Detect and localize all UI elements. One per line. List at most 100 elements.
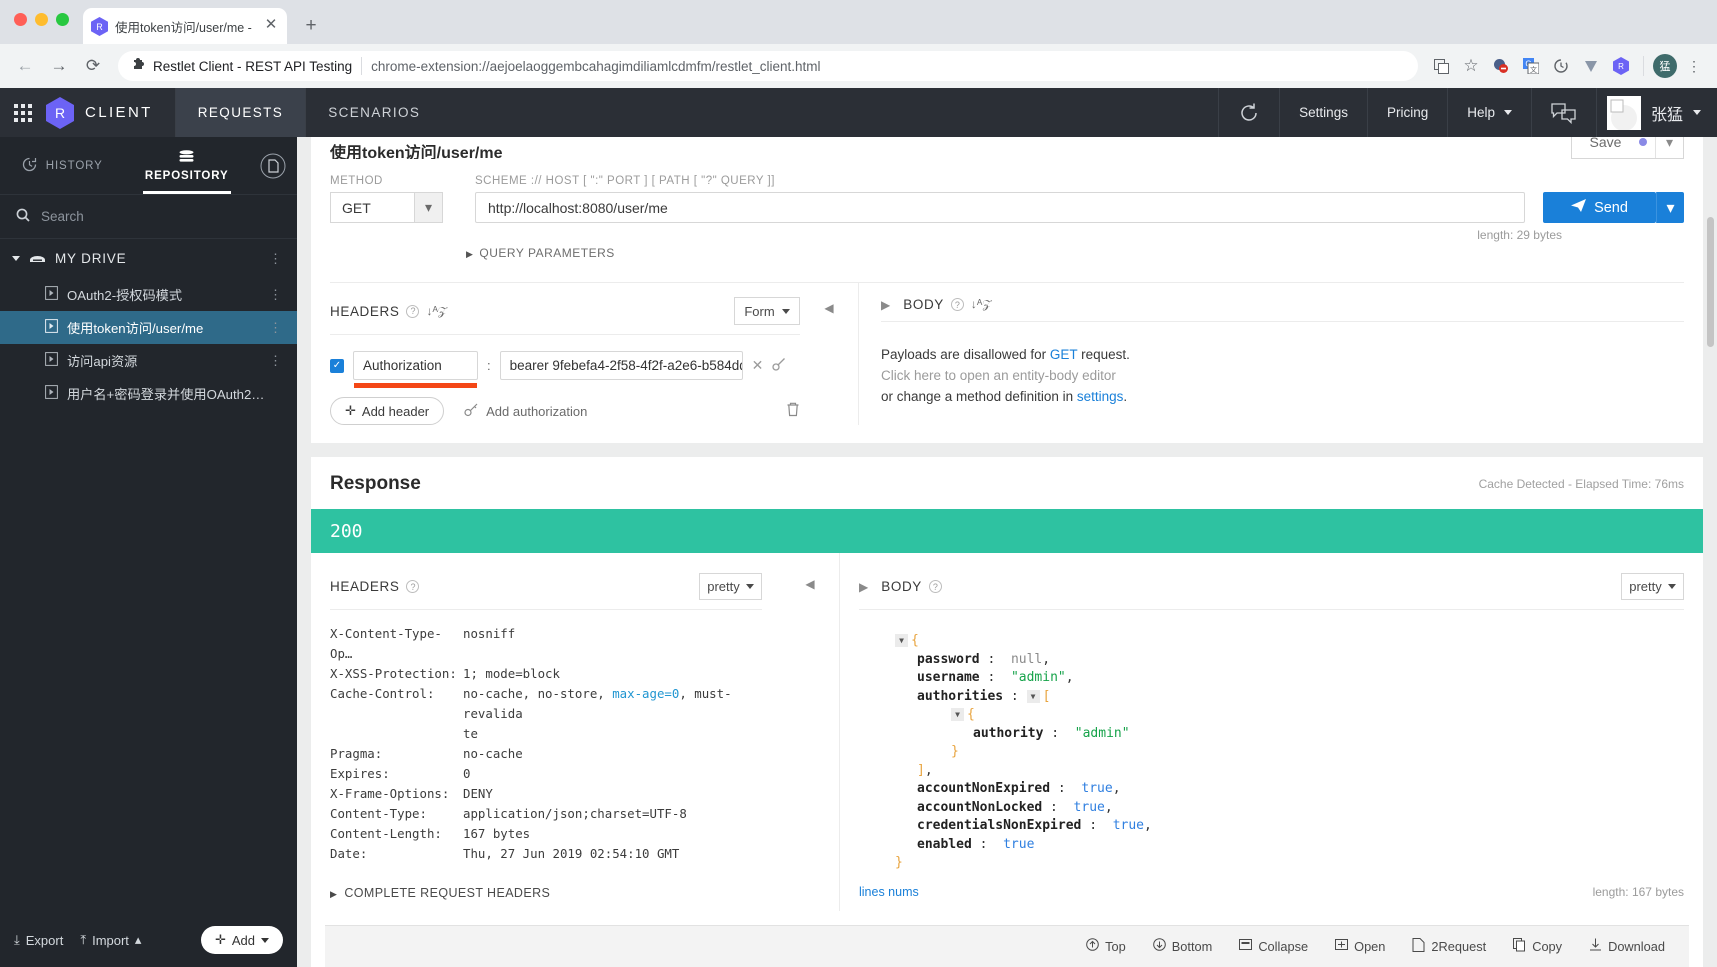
header-enabled-checkbox[interactable]: ✓: [330, 358, 344, 373]
tab-scenarios[interactable]: SCENARIOS: [305, 88, 442, 137]
settings-link[interactable]: settings: [1077, 389, 1124, 404]
url-text: chrome-extension://aejoelaoggembcahagimd…: [371, 58, 821, 74]
collapse-toggle-icon[interactable]: ▼: [895, 634, 908, 647]
browser-tab[interactable]: R 使用token访问/user/me - Restl ✕: [83, 8, 287, 44]
sidebar-tab-repository[interactable]: REPOSITORY: [125, 137, 250, 194]
google-translate-icon[interactable]: G文: [1518, 53, 1544, 79]
vimium-icon[interactable]: [1578, 53, 1604, 79]
header-key-input[interactable]: Authorization: [353, 351, 478, 388]
add-header-button[interactable]: ✛ Add header: [330, 397, 445, 425]
bottom-button[interactable]: Bottom: [1152, 938, 1212, 954]
item-options-icon[interactable]: ⋮: [269, 353, 283, 369]
send-button[interactable]: Send: [1543, 192, 1656, 223]
header-value-input[interactable]: bearer 9febefa4-2f58-4f2f-a2e6-b584dd24: [499, 351, 743, 380]
send-dropdown-icon[interactable]: ▾: [1656, 192, 1684, 223]
export-button[interactable]: ⤓ Export: [14, 932, 63, 948]
headers-format-select[interactable]: Form: [734, 297, 800, 325]
request-icon: [1412, 937, 1425, 955]
send-plane-icon: [1571, 198, 1587, 217]
apps-grid-icon[interactable]: [0, 88, 46, 137]
complete-request-headers-toggle[interactable]: ▶ COMPLETE REQUEST HEADERS: [330, 886, 762, 900]
top-button[interactable]: Top: [1086, 938, 1126, 954]
new-tab-button[interactable]: +: [297, 12, 325, 40]
forward-icon[interactable]: →: [44, 51, 74, 81]
import-button[interactable]: ⤒ Import ▴: [80, 932, 141, 948]
query-parameters-toggle[interactable]: ▶ QUERY PARAMETERS: [330, 246, 1684, 260]
sort-az-icon[interactable]: ↓ᴬ𝒵: [426, 304, 447, 319]
help-icon[interactable]: ?: [950, 298, 964, 311]
back-icon[interactable]: ←: [10, 51, 40, 81]
response-meta: Cache Detected - Elapsed Time: 76ms: [1478, 477, 1684, 491]
collapse-left-icon[interactable]: ◀: [824, 301, 833, 315]
profile-avatar[interactable]: 猛: [1653, 54, 1677, 78]
expand-right-icon[interactable]: ▶: [881, 298, 890, 312]
copy-button[interactable]: Copy: [1513, 937, 1562, 955]
download-button[interactable]: Download: [1589, 938, 1665, 954]
chrome-menu-icon[interactable]: ⋮: [1681, 53, 1707, 79]
scrollbar-thumb[interactable]: [1707, 217, 1714, 347]
help-icon[interactable]: ?: [406, 304, 420, 318]
sidebar-item-password-oauth2[interactable]: 用户名+密码登录并使用OAuth2…: [0, 377, 297, 410]
maximize-window-button[interactable]: [56, 13, 69, 26]
collapse-left-icon[interactable]: ◀: [805, 577, 814, 911]
sidebar-drive-row[interactable]: MY DRIVE ⋮: [0, 239, 297, 278]
restlet-extension-icon[interactable]: R: [1608, 53, 1634, 79]
response-headers-format-select[interactable]: pretty: [699, 573, 762, 600]
sidebar-item-token-user-me[interactable]: 使用token访问/user/me ⋮: [0, 311, 297, 344]
sidebar-tab-history[interactable]: HISTORY: [0, 137, 125, 194]
entity-body-editor-link[interactable]: Click here to open an entity-body editor: [881, 365, 1684, 386]
tab-requests[interactable]: REQUESTS: [174, 88, 306, 137]
collapse-toggle-icon[interactable]: ▼: [1026, 689, 1040, 703]
lines-nums-toggle[interactable]: lines nums: [859, 885, 919, 899]
help-icon[interactable]: ?: [928, 580, 942, 593]
url-input[interactable]: http://localhost:8080/user/me: [475, 192, 1525, 223]
response-body-format-select[interactable]: pretty: [1621, 573, 1684, 600]
adblock-icon[interactable]: [1488, 53, 1514, 79]
translate-icon[interactable]: [1428, 53, 1454, 79]
save-dropdown-icon[interactable]: ▾: [1655, 137, 1683, 158]
sidebar-item-oauth2-code[interactable]: OAuth2-授权码模式 ⋮: [0, 278, 297, 311]
delete-all-headers-icon[interactable]: [786, 402, 800, 420]
link-header-icon[interactable]: [772, 357, 786, 374]
sort-az-icon[interactable]: ↓ᴬ𝒵: [971, 297, 992, 312]
minimize-window-button[interactable]: [35, 13, 48, 26]
request-button[interactable]: 2Request: [1412, 937, 1486, 955]
menu-pricing[interactable]: Pricing: [1366, 88, 1447, 137]
drive-options-icon[interactable]: ⋮: [269, 251, 283, 267]
json-key-password: password: [917, 651, 980, 667]
app-logo[interactable]: R CLIENT: [46, 88, 175, 137]
get-link[interactable]: GET: [1050, 347, 1078, 362]
reload-icon[interactable]: ⟳: [78, 51, 108, 81]
expand-right-icon[interactable]: ▶: [859, 580, 868, 594]
collapse-button[interactable]: Collapse: [1239, 938, 1308, 954]
remove-header-icon[interactable]: ✕: [752, 357, 764, 374]
save-button[interactable]: Save ▾: [1571, 137, 1684, 159]
chat-icon[interactable]: [1530, 88, 1596, 137]
chevron-down-icon[interactable]: ▾: [414, 193, 442, 222]
response-header-row: Expires: 0: [330, 764, 762, 784]
item-options-icon[interactable]: ⋮: [269, 320, 283, 336]
close-icon[interactable]: ✕: [263, 17, 279, 34]
new-request-icon[interactable]: [249, 137, 297, 194]
add-button[interactable]: ✛ Add: [200, 926, 283, 954]
chevron-down-icon[interactable]: [12, 256, 20, 261]
address-bar[interactable]: Restlet Client - REST API Testing chrome…: [118, 51, 1418, 81]
method-select[interactable]: GET ▾: [330, 192, 443, 223]
sidebar-item-api-resource[interactable]: 访问api资源 ⋮: [0, 344, 297, 377]
close-window-button[interactable]: [14, 13, 27, 26]
bookmark-star-icon[interactable]: ☆: [1458, 53, 1484, 79]
history-sync-icon[interactable]: [1548, 53, 1574, 79]
collapse-toggle-icon[interactable]: ▼: [951, 708, 964, 721]
sync-icon[interactable]: [1218, 88, 1279, 137]
collapse-label: Collapse: [1258, 938, 1309, 954]
response-headers-header: HEADERS ? pretty: [330, 573, 762, 610]
add-authorization-button[interactable]: Add authorization: [464, 403, 587, 420]
user-menu[interactable]: 张猛: [1595, 88, 1717, 137]
menu-help[interactable]: Help: [1447, 88, 1531, 137]
help-icon[interactable]: ?: [406, 580, 420, 593]
item-options-icon[interactable]: ⋮: [269, 287, 283, 303]
search-input[interactable]: Search: [0, 195, 297, 239]
main-scrollbar[interactable]: [1707, 137, 1716, 967]
open-button[interactable]: Open: [1335, 938, 1385, 954]
menu-settings[interactable]: Settings: [1279, 88, 1367, 137]
